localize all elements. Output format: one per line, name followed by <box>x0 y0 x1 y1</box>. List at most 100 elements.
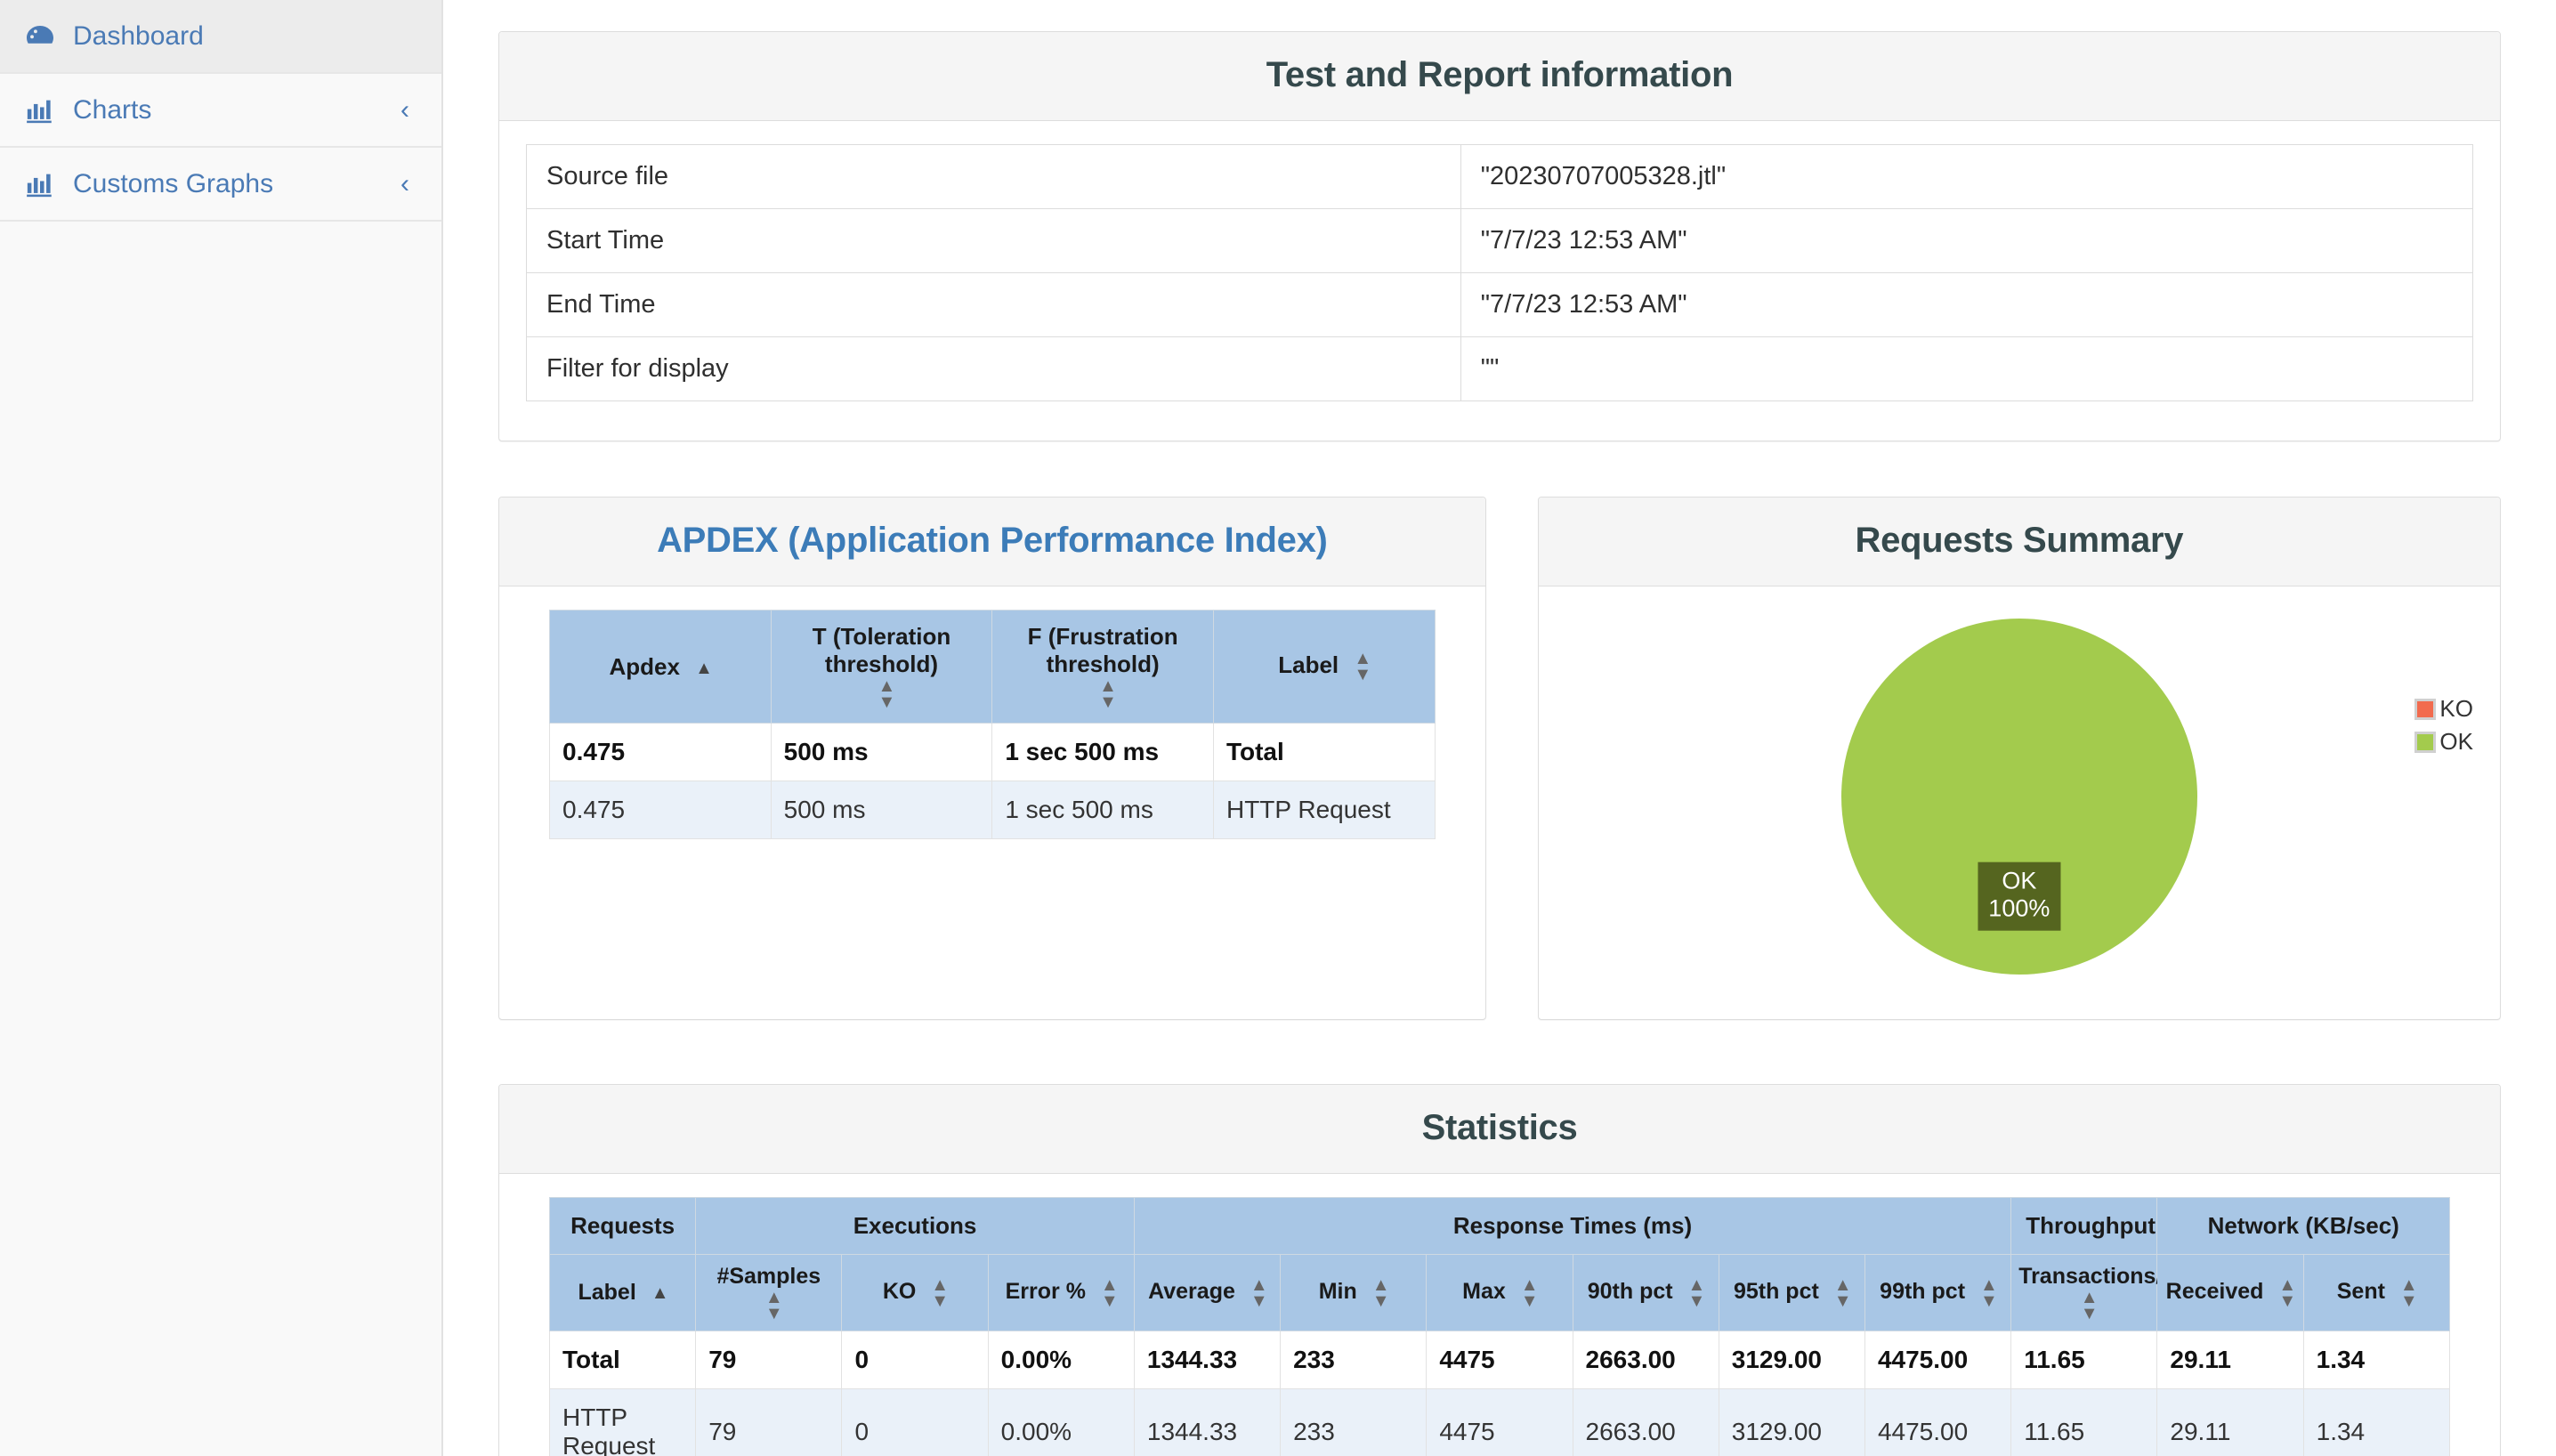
sort-both-icon[interactable]: ▲ ▼ <box>1354 650 1371 684</box>
sidebar-item-dashboard[interactable]: Dashboard <box>0 0 441 74</box>
apdex-header-row: Apdex ▲ T (Toleration threshold) ▲ ▼ F (F… <box>549 610 1436 724</box>
info-key: Source file <box>526 144 1461 209</box>
apdex-table: Apdex ▲ T (Toleration threshold) ▲ ▼ F (F… <box>549 610 1436 839</box>
stats-col-error[interactable]: Error % ▲ ▼ <box>987 1254 1135 1331</box>
apdex-col-frustration[interactable]: F (Frustration threshold) ▲ ▼ <box>991 610 1214 724</box>
stats-col-p99[interactable]: 99th pct ▲ ▼ <box>1864 1254 2012 1331</box>
apdex-frustration: 1 sec 500 ms <box>991 781 1214 839</box>
sort-both-icon[interactable]: ▲ ▼ <box>1834 1276 1852 1310</box>
stats-max: 4475 <box>1426 1388 1573 1456</box>
column-label: F (Frustration threshold) <box>1027 623 1178 677</box>
stats-col-received[interactable]: Received ▲ ▼ <box>2156 1254 2304 1331</box>
stats-transactions: 11.65 <box>2010 1388 2158 1456</box>
sort-both-icon[interactable]: ▲ ▼ <box>2278 1276 2296 1310</box>
requests-summary-panel: Requests Summary OK 100% KO OK <box>1537 497 2501 1020</box>
stats-col-average[interactable]: Average ▲ ▼ <box>1133 1254 1282 1331</box>
column-label: Min <box>1318 1279 1357 1305</box>
apdex-value: 0.475 <box>549 723 772 781</box>
apdex-col-toleration[interactable]: T (Toleration threshold) ▲ ▼ <box>770 610 993 724</box>
apdex-col-apdex[interactable]: Apdex ▲ <box>549 610 772 724</box>
sidebar-filler <box>0 222 441 275</box>
pie-slice-ok[interactable]: OK 100% <box>1840 619 2197 975</box>
sort-both-icon[interactable]: ▲ ▼ <box>2400 1276 2418 1310</box>
requests-summary-body: OK 100% KO OK <box>1539 586 2500 1019</box>
requests-summary-pie-chart[interactable]: OK 100% <box>1539 601 2500 992</box>
requests-summary-title: Requests Summary <box>1855 521 2184 560</box>
column-label: Sent <box>2336 1279 2385 1305</box>
sort-ascending-icon[interactable]: ▲ <box>695 659 713 677</box>
stats-min: 233 <box>1280 1388 1428 1456</box>
stats-p99: 4475.00 <box>1864 1388 2012 1456</box>
sort-both-icon[interactable]: ▲ ▼ <box>878 677 895 711</box>
stats-error: 0.00% <box>987 1331 1135 1389</box>
dashboard-gauge-icon <box>21 20 59 53</box>
legend-item-ok[interactable]: OK <box>2414 728 2473 756</box>
sort-both-icon[interactable]: ▲ ▼ <box>1372 1276 1390 1310</box>
bar-chart-icon <box>21 95 59 125</box>
apdex-toleration: 500 ms <box>770 781 993 839</box>
stats-average: 1344.33 <box>1133 1331 1282 1389</box>
stats-col-p95[interactable]: 95th pct ▲ ▼ <box>1718 1254 1865 1331</box>
column-label: Average <box>1148 1279 1235 1305</box>
stats-col-sent[interactable]: Sent ▲ ▼ <box>2302 1254 2451 1331</box>
stats-sent: 1.34 <box>2302 1331 2451 1389</box>
sidebar-item-customs-graphs[interactable]: Customs Graphs ‹ <box>0 148 441 222</box>
column-label: 99th pct <box>1880 1279 1966 1305</box>
chevron-left-icon[interactable]: ‹ <box>400 170 409 198</box>
info-key: Filter for display <box>526 336 1461 401</box>
table-row: 0.475 500 ms 1 sec 500 ms Total <box>549 723 1436 781</box>
column-label: Max <box>1462 1279 1506 1305</box>
info-key: End Time <box>526 272 1461 337</box>
apdex-value: 0.475 <box>549 781 772 839</box>
chevron-left-icon[interactable]: ‹ <box>400 96 409 124</box>
stats-col-max[interactable]: Max ▲ ▼ <box>1426 1254 1573 1331</box>
sort-both-icon[interactable]: ▲ ▼ <box>2081 1289 2099 1323</box>
stats-received: 29.11 <box>2156 1388 2304 1456</box>
test-info-panel: Test and Report information Source file … <box>498 31 2501 441</box>
column-label: Received <box>2165 1279 2264 1305</box>
sidebar-item-charts[interactable]: Charts ‹ <box>0 74 441 148</box>
column-label: 90th pct <box>1587 1279 1673 1305</box>
sort-both-icon[interactable]: ▲ ▼ <box>1101 1276 1119 1310</box>
sort-both-icon[interactable]: ▲ ▼ <box>1688 1276 1706 1310</box>
sort-both-icon[interactable]: ▲ ▼ <box>1099 677 1117 711</box>
group-header-executions: Executions <box>695 1197 1135 1255</box>
sidebar-item-label: Customs Graphs <box>73 168 274 198</box>
test-info-body: Source file "20230707005328.jtl" Start T… <box>499 121 2500 441</box>
sort-both-icon[interactable]: ▲ ▼ <box>931 1276 949 1310</box>
legend-item-ko[interactable]: KO <box>2414 695 2473 723</box>
group-header-response-times: Response Times (ms) <box>1133 1197 2012 1255</box>
stats-col-ko[interactable]: KO ▲ ▼ <box>841 1254 989 1331</box>
pie-slice-label: OK 100% <box>1978 861 2061 931</box>
column-label: Transactions/s <box>2018 1264 2175 1289</box>
apdex-col-label[interactable]: Label ▲ ▼ <box>1212 610 1436 724</box>
stats-p99: 4475.00 <box>1864 1331 2012 1389</box>
apdex-body: Apdex ▲ T (Toleration threshold) ▲ ▼ F (F… <box>499 586 1485 882</box>
sort-both-icon[interactable]: ▲ ▼ <box>1980 1276 1998 1310</box>
pie-slice-label-line2: 100% <box>1988 895 2050 922</box>
sort-both-icon[interactable]: ▲ ▼ <box>1521 1276 1539 1310</box>
sort-both-icon[interactable]: ▲ ▼ <box>1250 1276 1268 1310</box>
stats-col-min[interactable]: Min ▲ ▼ <box>1280 1254 1428 1331</box>
sort-ascending-icon[interactable]: ▲ <box>651 1284 669 1302</box>
stats-p90: 2663.00 <box>1572 1331 1719 1389</box>
sidebar-item-label: Dashboard <box>73 20 204 51</box>
group-header-network: Network (KB/sec) <box>2156 1197 2450 1255</box>
statistics-title: Statistics <box>1421 1108 1578 1147</box>
stats-col-label[interactable]: Label ▲ <box>548 1254 697 1331</box>
apdex-frustration: 1 sec 500 ms <box>991 723 1214 781</box>
test-info-header: Test and Report information <box>499 32 2500 121</box>
group-header-requests: Requests <box>548 1197 697 1255</box>
stats-samples: 79 <box>695 1331 843 1389</box>
apdex-title: APDEX (Application Performance Index) <box>657 521 1328 560</box>
stats-col-transactions[interactable]: Transactions/s ▲ ▼ <box>2010 1254 2174 1331</box>
statistics-panel: Statistics Requests Executions Response … <box>498 1084 2501 1456</box>
stats-transactions: 11.65 <box>2010 1331 2158 1389</box>
stats-col-samples[interactable]: #Samples ▲ ▼ <box>695 1254 843 1331</box>
sort-both-icon[interactable]: ▲ ▼ <box>765 1289 783 1323</box>
statistics-table: Requests Executions Response Times (ms) … <box>548 1197 2451 1456</box>
stats-average: 1344.33 <box>1133 1388 1282 1456</box>
table-row: Start Time "7/7/23 12:53 AM" <box>526 208 2474 273</box>
stats-col-p90[interactable]: 90th pct ▲ ▼ <box>1572 1254 1719 1331</box>
column-label: 95th pct <box>1733 1279 1819 1305</box>
